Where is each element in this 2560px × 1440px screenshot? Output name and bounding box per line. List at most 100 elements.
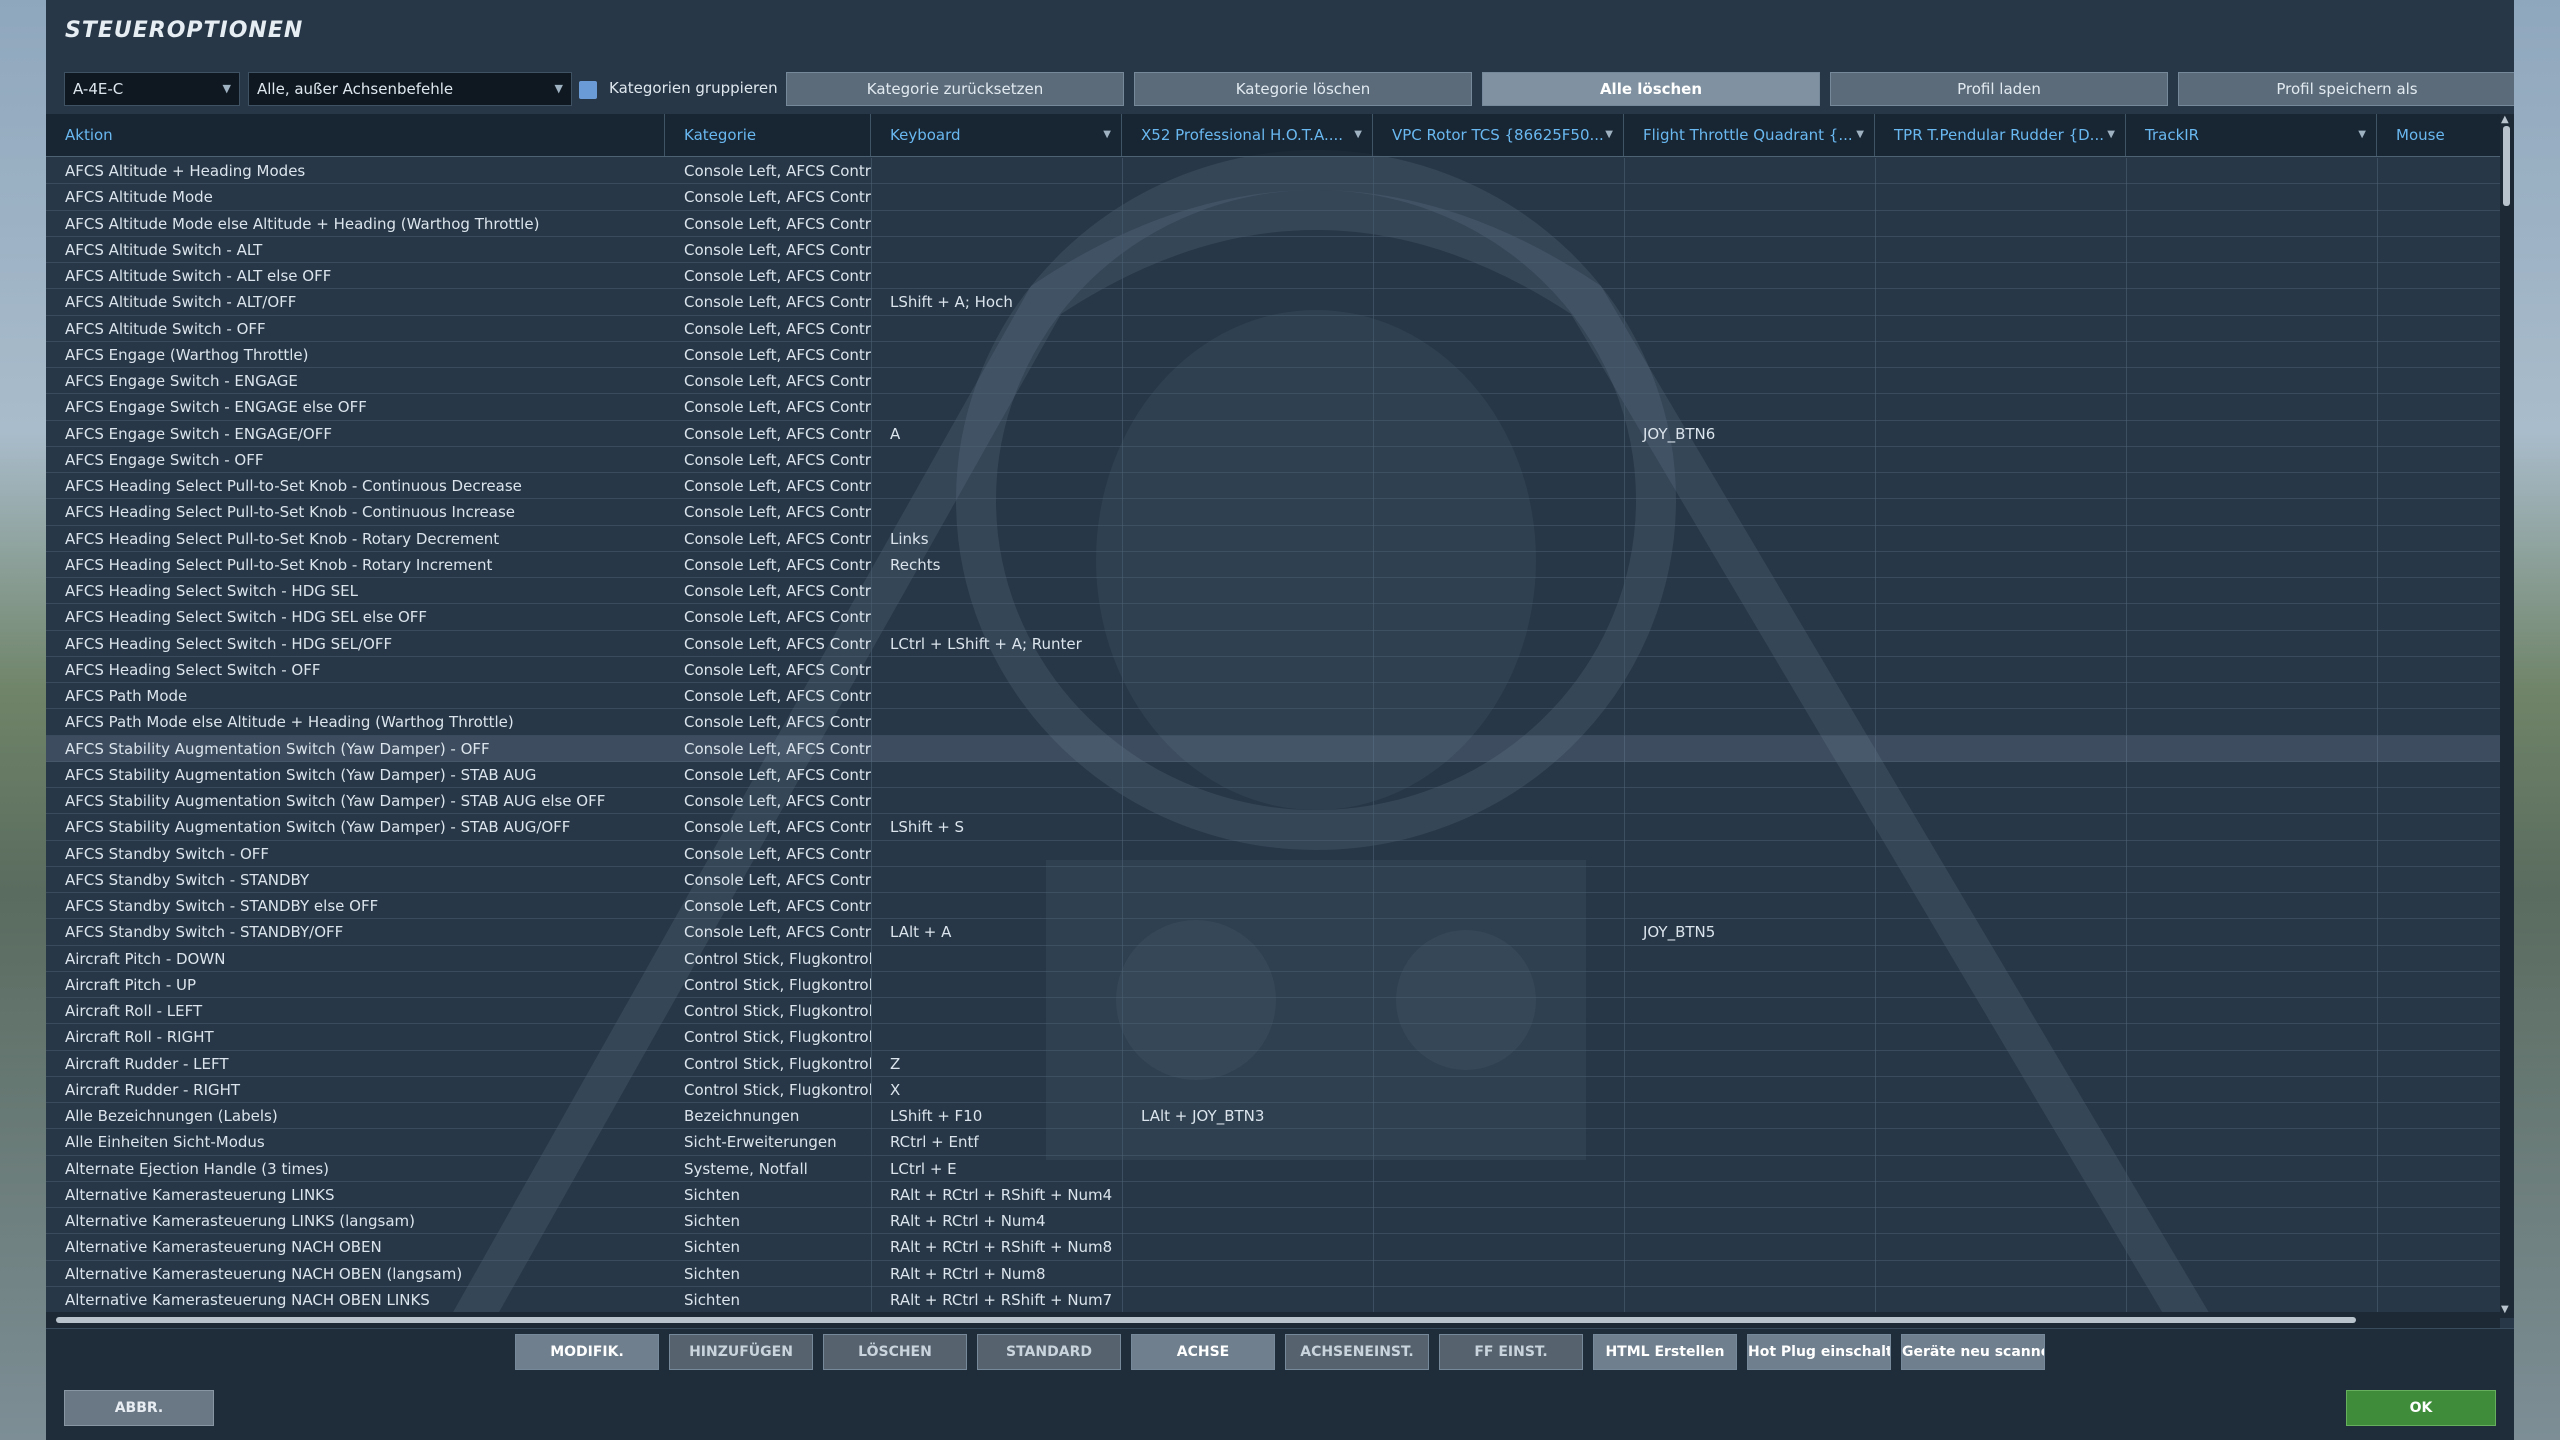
cell-trackir[interactable]	[2126, 316, 2377, 342]
cell-category[interactable]: Console Left, AFCS Control	[665, 237, 871, 263]
table-row[interactable]: AFCS Stability Augmentation Switch (Yaw …	[46, 735, 2500, 762]
cell-vpc[interactable]	[1373, 814, 1624, 840]
cell-keyboard[interactable]	[871, 158, 1122, 184]
cell-mouse[interactable]	[2377, 736, 2500, 762]
cell-category[interactable]: Control Stick, Flugkontrolle	[665, 1051, 871, 1077]
clear-all-button[interactable]: Alle löschen	[1482, 72, 1820, 106]
cell-tpr[interactable]	[1875, 289, 2126, 315]
cell-trackir[interactable]	[2126, 1051, 2377, 1077]
cell-ftq[interactable]	[1624, 946, 1875, 972]
cell-action[interactable]: AFCS Engage (Warthog Throttle)	[46, 342, 665, 368]
reset-category-button[interactable]: Kategorie zurücksetzen	[786, 72, 1124, 106]
cell-keyboard[interactable]: RCtrl + Entf	[871, 1129, 1122, 1155]
cell-action[interactable]: AFCS Heading Select Switch - HDG SEL/OFF	[46, 631, 665, 657]
cell-category[interactable]: Console Left, AFCS Control	[665, 683, 871, 709]
cell-x52[interactable]	[1122, 368, 1373, 394]
cell-action[interactable]: Alternate Ejection Handle (3 times)	[46, 1156, 665, 1182]
cell-vpc[interactable]	[1373, 893, 1624, 919]
cell-mouse[interactable]	[2377, 867, 2500, 893]
cell-keyboard[interactable]	[871, 316, 1122, 342]
cell-trackir[interactable]	[2126, 1156, 2377, 1182]
cell-ftq[interactable]	[1624, 184, 1875, 210]
cell-category[interactable]: Console Left, AFCS Control	[665, 526, 871, 552]
cell-vpc[interactable]	[1373, 972, 1624, 998]
cell-keyboard[interactable]: RAlt + RCtrl + RShift + Num7	[871, 1287, 1122, 1313]
cell-category[interactable]: Console Left, AFCS Control	[665, 263, 871, 289]
vertical-scroll-thumb[interactable]	[2503, 126, 2510, 206]
cell-keyboard[interactable]	[871, 211, 1122, 237]
cell-category[interactable]: Console Left, AFCS Control	[665, 893, 871, 919]
cell-tpr[interactable]	[1875, 578, 2126, 604]
cell-x52[interactable]	[1122, 1024, 1373, 1050]
cell-ftq[interactable]	[1624, 972, 1875, 998]
cell-trackir[interactable]	[2126, 762, 2377, 788]
cell-trackir[interactable]	[2126, 1129, 2377, 1155]
table-row[interactable]: AFCS Stability Augmentation Switch (Yaw …	[46, 762, 2500, 788]
cell-keyboard[interactable]: LAlt + A	[871, 919, 1122, 945]
cell-action[interactable]: AFCS Heading Select Switch - HDG SEL	[46, 578, 665, 604]
cell-mouse[interactable]	[2377, 1077, 2500, 1103]
table-row[interactable]: AFCS Stability Augmentation Switch (Yaw …	[46, 814, 2500, 841]
cell-keyboard[interactable]: LShift + F10	[871, 1103, 1122, 1129]
cell-category[interactable]: Console Left, AFCS Control	[665, 657, 871, 683]
cell-ftq[interactable]	[1624, 1103, 1875, 1129]
cell-category[interactable]: Systeme, Notfall	[665, 1156, 871, 1182]
cell-keyboard[interactable]	[871, 578, 1122, 604]
vertical-scrollbar[interactable]: ▲ ▼	[2500, 114, 2514, 1318]
cell-action[interactable]: Aircraft Roll - RIGHT	[46, 1024, 665, 1050]
cell-mouse[interactable]	[2377, 578, 2500, 604]
cell-ftq[interactable]	[1624, 578, 1875, 604]
cell-action[interactable]: AFCS Altitude Switch - ALT/OFF	[46, 289, 665, 315]
cell-action[interactable]: AFCS Standby Switch - STANDBY else OFF	[46, 893, 665, 919]
cell-ftq[interactable]	[1624, 1077, 1875, 1103]
cell-ftq[interactable]	[1624, 736, 1875, 762]
cell-category[interactable]: Sichten	[665, 1208, 871, 1234]
cell-vpc[interactable]	[1373, 289, 1624, 315]
cell-category[interactable]: Control Stick, Flugkontrolle	[665, 972, 871, 998]
cell-vpc[interactable]	[1373, 1182, 1624, 1208]
cell-mouse[interactable]	[2377, 342, 2500, 368]
cell-mouse[interactable]	[2377, 972, 2500, 998]
table-row[interactable]: Alternate Ejection Handle (3 times) Syste…	[46, 1156, 2500, 1182]
cell-keyboard[interactable]: LShift + A; Hoch	[871, 289, 1122, 315]
cell-mouse[interactable]	[2377, 316, 2500, 342]
cell-vpc[interactable]	[1373, 631, 1624, 657]
cell-tpr[interactable]	[1875, 263, 2126, 289]
scroll-down-icon[interactable]: ▼	[2501, 1304, 2509, 1315]
column-header-mouse[interactable]: Mouse	[2377, 114, 2500, 156]
cell-trackir[interactable]	[2126, 499, 2377, 525]
cell-vpc[interactable]	[1373, 316, 1624, 342]
cell-x52[interactable]	[1122, 709, 1373, 735]
table-row[interactable]: AFCS Heading Select Switch - OFF Console …	[46, 657, 2500, 683]
cell-tpr[interactable]	[1875, 814, 2126, 840]
cell-keyboard[interactable]	[871, 473, 1122, 499]
cell-category[interactable]: Control Stick, Flugkontrolle	[665, 1024, 871, 1050]
table-row[interactable]: AFCS Engage Switch - ENGAGE Console Left,…	[46, 368, 2500, 395]
cell-mouse[interactable]	[2377, 657, 2500, 683]
cell-x52[interactable]	[1122, 1129, 1373, 1155]
cell-action[interactable]: Aircraft Rudder - RIGHT	[46, 1077, 665, 1103]
cell-trackir[interactable]	[2126, 289, 2377, 315]
cell-ftq[interactable]	[1624, 631, 1875, 657]
table-row[interactable]: Alle Einheiten Sicht-Modus Sicht-Erweiter…	[46, 1129, 2500, 1156]
cell-vpc[interactable]	[1373, 473, 1624, 499]
cell-tpr[interactable]	[1875, 841, 2126, 867]
table-row[interactable]: AFCS Heading Select Pull-to-Set Knob - R…	[46, 552, 2500, 578]
table-row[interactable]: Aircraft Roll - RIGHT Control Stick, Flug…	[46, 1024, 2500, 1051]
cell-x52[interactable]	[1122, 736, 1373, 762]
column-header-vpc[interactable]: VPC Rotor TCS {86625F50... ▼	[1373, 114, 1624, 156]
cell-keyboard[interactable]: Links	[871, 526, 1122, 552]
cell-ftq[interactable]	[1624, 788, 1875, 814]
table-row[interactable]: Aircraft Pitch - DOWN Control Stick, Flug…	[46, 946, 2500, 972]
cell-x52[interactable]	[1122, 814, 1373, 840]
cell-trackir[interactable]	[2126, 552, 2377, 578]
cell-tpr[interactable]	[1875, 526, 2126, 552]
cell-mouse[interactable]	[2377, 289, 2500, 315]
column-header-action[interactable]: Aktion	[46, 114, 665, 156]
cell-action[interactable]: Alternative Kamerasteuerung NACH OBEN (l…	[46, 1261, 665, 1287]
cell-x52[interactable]	[1122, 578, 1373, 604]
cell-ftq[interactable]	[1624, 289, 1875, 315]
table-row[interactable]: AFCS Altitude Switch - ALT Console Left, …	[46, 237, 2500, 263]
table-row[interactable]: AFCS Standby Switch - STANDBY/OFF Console…	[46, 919, 2500, 946]
cell-trackir[interactable]	[2126, 368, 2377, 394]
